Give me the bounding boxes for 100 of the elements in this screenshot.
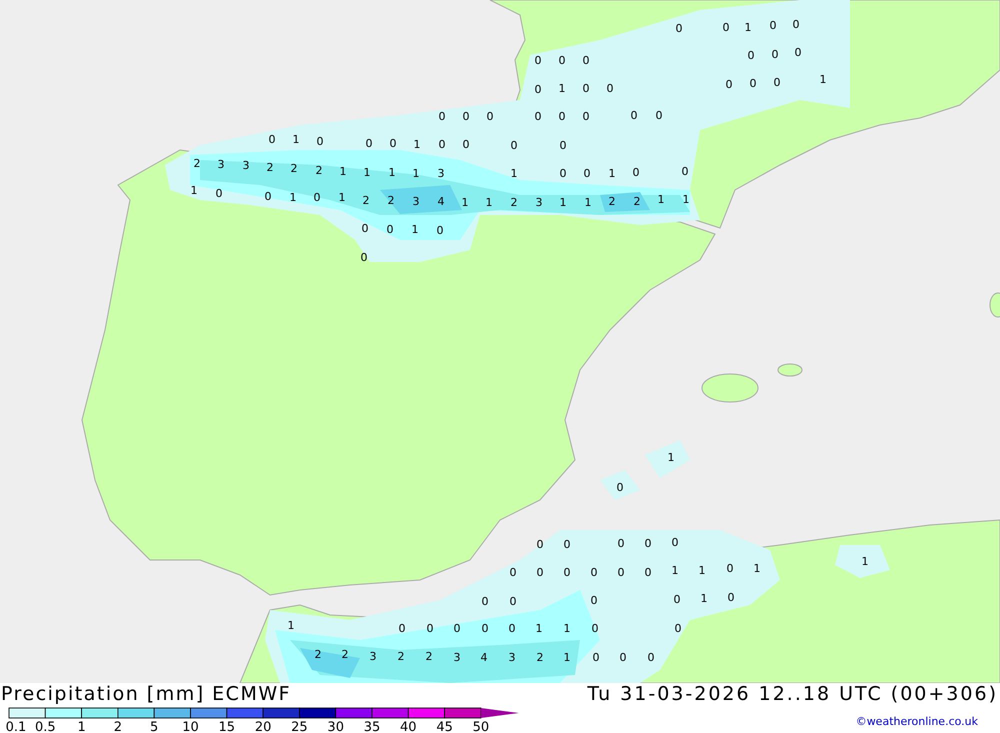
precipitation-value: 1	[388, 166, 396, 179]
precipitation-value: 0	[462, 110, 470, 123]
legend-label: 5	[150, 720, 158, 733]
precipitation-value: 0	[770, 19, 776, 32]
precipitation-value: 0	[774, 76, 780, 89]
precipitation-value: 0	[674, 593, 680, 606]
legend-label: 10	[182, 720, 199, 733]
precipitation-value: 1	[510, 167, 518, 180]
precipitation-value: 2	[398, 650, 404, 663]
legend-label: 0.5	[34, 720, 56, 733]
precipitation-value: 0	[582, 110, 590, 123]
legend-label: 30	[327, 720, 344, 733]
precipitation-value: 1	[292, 133, 300, 146]
precipitation-value: 0	[644, 566, 652, 579]
precipitation-value: 2	[608, 195, 616, 208]
precipitation-value: 1	[412, 167, 420, 180]
precipitation-value: 1	[698, 564, 706, 577]
precipitation-value: 0	[748, 49, 754, 62]
precipitation-value: 0	[792, 18, 800, 31]
precipitation-value: 2	[362, 194, 370, 207]
precipitation-value: 1	[862, 555, 868, 568]
legend-label: 40	[400, 720, 417, 733]
precipitation-value: 0	[508, 622, 516, 635]
precipitation-value: 1	[290, 191, 296, 204]
precipitation-value: 0	[582, 54, 590, 67]
precipitation-value: 1	[564, 622, 570, 635]
legend-label: 35	[364, 720, 380, 733]
legend-label: 0.1	[6, 720, 26, 733]
precipitation-value: 1	[682, 193, 690, 206]
precipitation-value: 0	[536, 566, 544, 579]
legend-label: 45	[436, 720, 453, 733]
precipitation-value: 3	[370, 650, 376, 663]
precipitation-value: 0	[560, 139, 566, 152]
precipitation-value: 0	[558, 110, 566, 123]
precipitation-value: 0	[648, 651, 654, 664]
precipitation-value: 0	[486, 110, 494, 123]
precipitation-value: 1	[412, 223, 418, 236]
precipitation-value: 2	[510, 196, 518, 209]
precipitation-value: 1	[288, 619, 294, 632]
precipitation-value: 3	[412, 195, 420, 208]
precipitation-value: 4	[438, 195, 444, 208]
precipitation-value: 1	[536, 622, 542, 635]
precipitation-value: 1	[820, 73, 826, 86]
precipitation-value: 2	[388, 194, 394, 207]
precipitation-value: 0	[590, 566, 598, 579]
precipitation-value: 0	[582, 82, 590, 95]
precipitation-value: 0	[620, 651, 626, 664]
precipitation-value: 0	[616, 481, 624, 494]
precipitation-value: 1	[338, 191, 346, 204]
precipitation-value: 2	[426, 650, 432, 663]
precipitation-value: 3	[508, 651, 516, 664]
precipitation-value: 0	[534, 110, 542, 123]
legend-label: 25	[291, 720, 308, 733]
precipitation-value: 0	[726, 562, 734, 575]
precipitation-value: 3	[438, 167, 444, 180]
precipitation-value: 0	[592, 622, 598, 635]
precipitation-value: 0	[510, 566, 516, 579]
precipitation-value: 1	[700, 592, 708, 605]
precipitation-value: 1	[414, 138, 420, 151]
precipitation-value: 1	[462, 196, 468, 209]
legend-label: 15	[218, 720, 236, 733]
precipitation-value: 2	[314, 648, 322, 661]
precipitation-value: 1	[190, 184, 198, 197]
precipitation-value: 0	[592, 651, 600, 664]
precipitation-value: 0	[534, 54, 542, 67]
precipitation-value: 1	[658, 193, 664, 206]
precipitation-value: 1	[608, 167, 616, 180]
precipitation-value: 0	[644, 537, 652, 550]
precipitation-value: 0	[510, 139, 518, 152]
precipitation-value: 2	[266, 161, 274, 174]
precipitation-value: 0	[216, 187, 222, 200]
precipitation-value: 0	[564, 538, 570, 551]
precipitation-value: 0	[728, 591, 734, 604]
precipitation-value: 0	[560, 167, 566, 180]
precipitation-value: 1	[672, 564, 678, 577]
precipitation-value: 0	[462, 138, 470, 151]
precipitation-value: 0	[630, 109, 638, 122]
legend-label: 20	[254, 720, 272, 733]
precipitation-value: 0	[482, 622, 488, 635]
precipitation-value: 0	[606, 82, 614, 95]
precipitation-value: 0	[316, 135, 324, 148]
precipitation-value: 0	[360, 251, 368, 264]
precipitation-value: 0	[438, 110, 446, 123]
precipitation-value: 1	[364, 166, 370, 179]
precipitation-value: 0	[672, 536, 678, 549]
precipitation-value: 0	[674, 622, 682, 635]
precipitation-value: 0	[632, 166, 640, 179]
precipitation-value: 0	[510, 595, 516, 608]
precipitation-value: 0	[398, 622, 406, 635]
precipitation-value: 0	[534, 83, 542, 96]
precipitation-value: 0	[438, 138, 446, 151]
precipitation-value: 0	[426, 622, 434, 635]
precipitation-value: 0	[558, 54, 566, 67]
precipitation-value: 0	[750, 77, 756, 90]
precipitation-value: 0	[362, 222, 368, 235]
precipitation-value: 2	[194, 157, 200, 170]
precipitation-value: 1	[558, 82, 566, 95]
precipitation-value: 3	[454, 651, 460, 664]
precipitation-value: 0	[682, 165, 688, 178]
precipitation-value: 1	[584, 196, 592, 209]
